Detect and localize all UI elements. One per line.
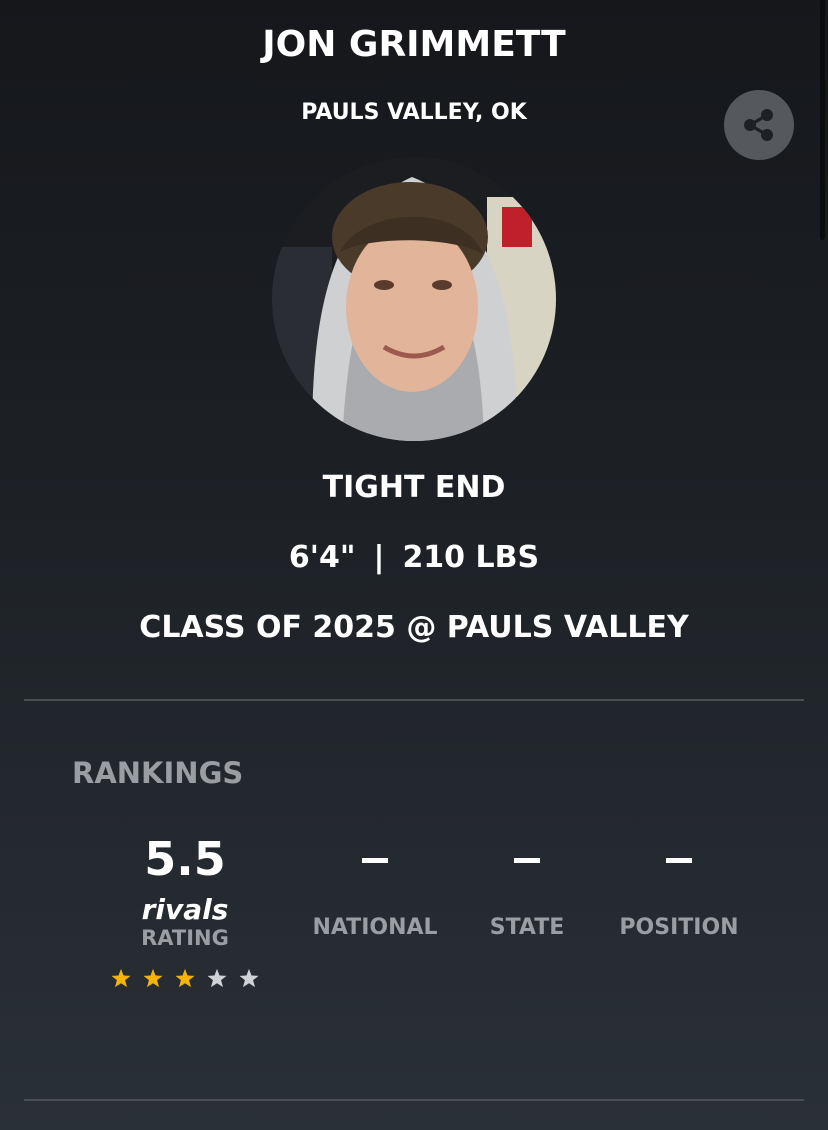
divider xyxy=(24,1099,804,1101)
divider xyxy=(24,699,804,701)
star-rating xyxy=(110,965,260,991)
player-hometown: PAULS VALLEY, OK xyxy=(301,100,527,125)
position-rank-label: POSITION xyxy=(619,915,739,940)
share-icon xyxy=(744,109,773,141)
national-rank: NATIONAL xyxy=(290,832,460,940)
star-empty-icon xyxy=(206,965,228,991)
position-rank-dash xyxy=(666,857,692,863)
player-weight: 210 LBS xyxy=(402,540,540,575)
star-empty-icon xyxy=(238,965,260,991)
rivals-rating-value: 5.5 xyxy=(144,832,226,886)
player-name: JON GRIMMETT xyxy=(262,24,566,65)
player-position: TIGHT END xyxy=(322,470,506,505)
national-rank-label: NATIONAL xyxy=(312,915,438,940)
state-rank-dash xyxy=(514,857,540,863)
player-photo xyxy=(272,157,556,441)
star-filled-icon xyxy=(142,965,164,991)
national-rank-value xyxy=(290,832,460,888)
measurement-separator: | xyxy=(373,540,385,575)
rating-label: RATING xyxy=(141,926,229,950)
player-measurements: 6'4" | 210 LBS xyxy=(0,540,828,575)
state-rank-value xyxy=(442,832,612,888)
rivals-logo: rivals xyxy=(141,893,229,926)
state-rank-label: STATE xyxy=(489,915,565,940)
national-rank-dash xyxy=(362,857,388,863)
star-filled-icon xyxy=(174,965,196,991)
player-height: 6'4" xyxy=(288,540,356,575)
state-rank: STATE xyxy=(442,832,612,940)
player-headshot-icon xyxy=(272,157,556,441)
player-class: CLASS OF 2025 @ PAULS VALLEY xyxy=(139,610,689,645)
position-rank-value xyxy=(594,832,764,888)
rankings-heading: RANKINGS xyxy=(72,756,244,790)
share-button[interactable] xyxy=(724,90,794,160)
position-rank: POSITION xyxy=(594,832,764,940)
star-filled-icon xyxy=(110,965,132,991)
